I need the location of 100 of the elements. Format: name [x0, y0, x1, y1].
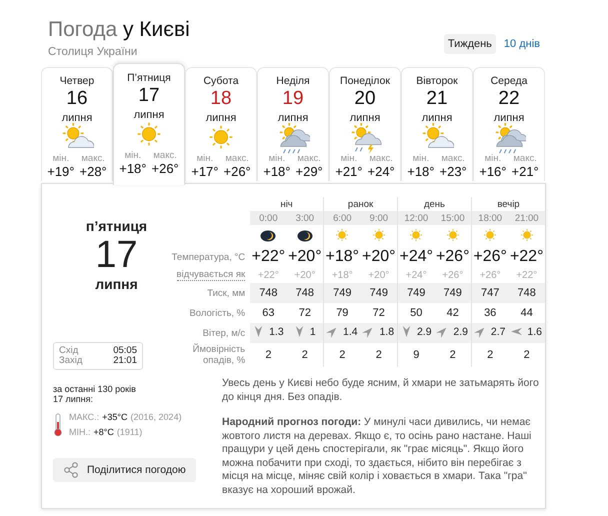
pressure-cell: 749	[333, 287, 352, 299]
feels-like-cell: +22°	[258, 270, 279, 280]
sun-time: 21:01	[113, 356, 137, 366]
temperature-cell: +24°	[399, 248, 434, 265]
day-name: П’ятниця	[127, 72, 171, 84]
humidity-cell: 79	[336, 307, 348, 319]
temp-value: +18°	[119, 161, 146, 177]
day-name: Середа	[490, 75, 528, 87]
temp-label: мін.	[340, 154, 358, 164]
precipitation-cell: 2	[450, 349, 456, 361]
pressure-cell: 748	[518, 287, 536, 299]
temp-label: мін.	[412, 154, 430, 164]
day-card[interactable]: Субота 18 липня мін. +17° макс. +26°	[185, 67, 257, 181]
share-icon	[63, 462, 79, 478]
precipitation-cell: 2	[487, 349, 494, 361]
page-title: Погода у Києві	[48, 17, 190, 43]
pressure-cell: 749	[370, 287, 388, 299]
hour-label: 21:00	[514, 212, 539, 224]
wind-cell: 1	[294, 326, 316, 338]
share-button[interactable]: Поділитися погодою	[53, 458, 196, 482]
hour-label: 12:00	[404, 212, 428, 224]
history-date: 17 липня:	[53, 394, 94, 404]
temp-label: мін.	[124, 151, 142, 161]
temp-value: +24°	[368, 164, 395, 180]
day-month: липня	[62, 112, 92, 124]
record-value: +35°C	[102, 411, 128, 424]
row-label: Тиск, мм	[207, 288, 246, 298]
day-month: липня	[278, 112, 308, 124]
day-card[interactable]: Середа 22 липня мін. +16° макс. +21°	[473, 67, 545, 181]
hour-label: 6:00	[333, 212, 352, 224]
temperature-cell: +20°	[288, 248, 322, 265]
pressure-cell: 748	[296, 287, 314, 299]
humidity-cell: 36	[484, 307, 496, 319]
sun-label: Схід	[59, 346, 78, 356]
temp-label: макс.	[153, 151, 177, 161]
temp-value: +19°	[47, 164, 74, 180]
feels-like-cell: +22°	[516, 270, 538, 280]
feels-like-link[interactable]: відчувається як	[176, 269, 246, 281]
wind-cell: 2.9	[437, 326, 468, 338]
precipitation-cell: 2	[265, 349, 272, 361]
temp-label: макс.	[81, 154, 105, 164]
temp-label: макс.	[441, 154, 465, 164]
sun-time: 05:05	[113, 346, 137, 356]
day-month: липня	[206, 112, 236, 124]
temperature-cell: +26°	[473, 248, 507, 265]
hour-label: 0:00	[259, 212, 278, 224]
day-name: Четвер	[60, 75, 94, 87]
wind-cell: 1.8	[363, 326, 394, 338]
wind-cell: 1.3	[253, 326, 284, 338]
sun-label: Захід	[59, 356, 82, 366]
temp-label: макс.	[513, 154, 537, 164]
record-years: (1911)	[116, 426, 142, 439]
big-date: 17	[95, 234, 138, 276]
day-date: 17	[138, 85, 160, 107]
forecast-summary: Увесь день у Києві небо буде ясним, й хмари не затьмарять його до кінця дня. Без опадів.	[222, 377, 540, 404]
day-date: 22	[498, 88, 520, 110]
temp-label: мін.	[268, 154, 286, 164]
folk-forecast: Народний прогноз погоди: У минулі часи дивились, чи немає жовтого листя на деревах. Якщо є, то осінь рано настане. Наші пращури у цей день спостерігали, як "грає місяць". Якщо його можна побачити при сході, то здається, нібито він перебігає з місця на місце, міняє свій колір і ховається в хмари. Така "гра" вказує на хороший врожай.	[222, 416, 532, 497]
day-name: Вівторок	[416, 75, 458, 87]
temp-value: +18°	[407, 164, 434, 180]
precipitation-cell: 2	[376, 349, 382, 361]
pressure-cell: 748	[259, 287, 278, 299]
thermometer-icon	[53, 413, 63, 437]
row-label: Вологість, %	[189, 308, 246, 318]
temp-value: +16°	[479, 164, 506, 180]
day-month: липня	[422, 112, 452, 124]
temperature-cell: +20°	[362, 248, 396, 265]
temp-value: +26°	[224, 164, 251, 180]
day-name: Понеділок	[340, 75, 390, 87]
temp-label: мін.	[196, 154, 214, 164]
day-date: 18	[210, 88, 232, 110]
temp-value: +17°	[191, 164, 218, 180]
day-card[interactable]: Четвер 16 липня мін. +19° макс. +28°	[41, 67, 113, 181]
humidity-cell: 44	[520, 307, 533, 319]
temp-label: мін.	[484, 154, 502, 164]
day-card[interactable]: Вівторок 21 липня мін. +18° макс. +23°	[401, 67, 473, 181]
weekday: п’ятниця	[86, 218, 148, 234]
temp-value: +28°	[80, 164, 107, 180]
temperature-cell: +26°	[436, 248, 470, 265]
month: липня	[95, 276, 138, 292]
temp-label: макс.	[225, 154, 249, 164]
wind-cell: 1.6	[511, 326, 542, 338]
feels-like-cell: +26°	[480, 270, 501, 280]
day-card[interactable]: Понеділок 20 липня мін. +21° макс. +24°	[329, 67, 401, 181]
view-tab[interactable]: 10 днів	[500, 34, 544, 54]
day-month: липня	[494, 112, 524, 124]
temp-value: +21°	[335, 164, 362, 180]
hour-label: 9:00	[370, 212, 388, 224]
view-tab[interactable]: Тиждень	[444, 34, 496, 54]
precipitation-cell: 2	[302, 349, 308, 361]
temperature-cell: +22°	[252, 248, 286, 265]
feels-like-cell: +24°	[406, 270, 427, 280]
day-month: липня	[350, 112, 380, 124]
day-card[interactable]: Неділя 19 липня мін. +18° макс. +29°	[257, 67, 329, 181]
day-card[interactable]: П’ятниця 17 липня мін. +18° макс. +26°	[113, 63, 185, 185]
period-label: ніч	[250, 197, 324, 211]
subtitle: Столиця України	[48, 46, 138, 58]
humidity-cell: 72	[298, 307, 311, 319]
wind-cell: 1.4	[327, 326, 358, 338]
temperature-cell: +22°	[510, 248, 544, 265]
